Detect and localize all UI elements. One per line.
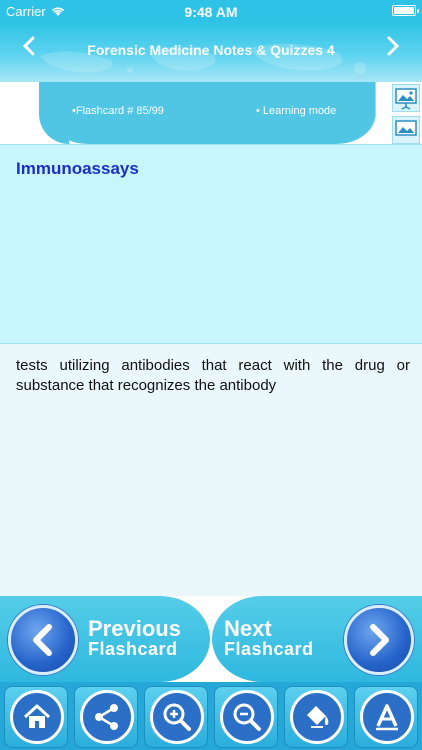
presentation-icon: [395, 120, 417, 136]
zoom-in-icon: [163, 703, 191, 731]
header-prev-button[interactable]: [14, 36, 44, 62]
font-circle: [360, 690, 414, 744]
arrow-left-icon: [33, 624, 52, 656]
zoom-out-icon: [233, 703, 261, 731]
next-sublabel: Flashcard: [224, 639, 314, 659]
chevron-right-icon: [387, 36, 400, 56]
next-circle: [344, 605, 414, 675]
zoom-out-circle: [220, 690, 274, 744]
font-button[interactable]: [354, 686, 418, 748]
zoom-in-button[interactable]: [144, 686, 208, 748]
previous-sublabel: Flashcard: [88, 639, 178, 659]
status-time: 9:48 AM: [184, 4, 238, 20]
mode-label: • Learning mode: [256, 105, 337, 117]
presentation-icon: [395, 88, 417, 110]
arrow-right-icon: [370, 624, 389, 656]
bottom-toolbar: [0, 682, 422, 750]
header: Forensic Medicine Notes & Quizzes 4: [0, 22, 422, 82]
share-button[interactable]: [74, 686, 138, 748]
previous-flashcard-button[interactable]: Previous Flashcard: [0, 596, 210, 682]
color-button[interactable]: [284, 686, 348, 748]
home-icon: [23, 704, 51, 728]
font-icon: [376, 704, 398, 731]
flashcard-counter: •Flashcard # 85/99: [72, 105, 164, 117]
chevron-left-icon: [22, 36, 35, 56]
info-strip: •Flashcard # 85/99 • Learning mode: [0, 82, 422, 144]
previous-circle: [8, 605, 78, 675]
status-bar: Carrier 9:48 AM: [0, 0, 422, 22]
definition-text: tests utilizing antibodies that react wi…: [16, 357, 410, 394]
slideshow-button[interactable]: [392, 84, 420, 112]
battery-icon: [392, 5, 419, 16]
zoom-out-button[interactable]: [214, 686, 278, 748]
definition-panel: tests utilizing antibodies that react wi…: [0, 344, 422, 596]
home-circle: [10, 690, 64, 744]
next-flashcard-button[interactable]: Next Flashcard: [212, 596, 422, 682]
share-circle: [80, 690, 134, 744]
home-button[interactable]: [4, 686, 68, 748]
slideshow-button-secondary[interactable]: [392, 116, 420, 144]
header-next-button[interactable]: [378, 36, 408, 62]
zoom-in-circle: [150, 690, 204, 744]
share-icon: [95, 704, 118, 730]
flashcard-navigation: Previous Flashcard Next Flashcard: [0, 596, 422, 682]
color-circle: [290, 690, 344, 744]
term-panel: Immunoassays: [0, 144, 422, 344]
term-title: Immunoassays: [16, 159, 139, 178]
paint-bucket-icon: [307, 706, 329, 728]
page-title: Forensic Medicine Notes & Quizzes 4: [87, 42, 335, 58]
